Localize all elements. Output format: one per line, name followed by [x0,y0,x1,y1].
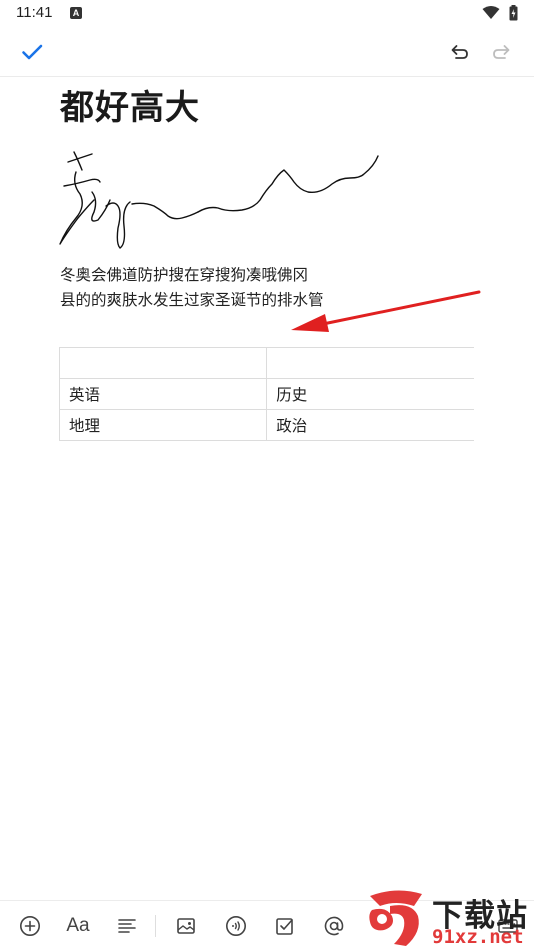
checkbox-icon [276,918,293,935]
table-cell[interactable] [266,347,474,379]
undo-icon [451,45,468,59]
note-title[interactable]: 都好高大 [60,80,200,129]
status-bar: 11:41 A [0,0,534,28]
site-watermark: 下载站 91xz.net [362,888,534,950]
text-format-icon: Aa [66,915,90,936]
notification-a-icon: A [70,7,82,19]
undo-button[interactable] [441,34,477,70]
align-button[interactable] [113,912,141,940]
redo-button[interactable] [484,34,520,70]
wifi-icon [482,6,500,19]
table-cell[interactable]: 政治 [266,409,474,441]
battery-charging-icon [509,5,518,21]
note-table-body: 英语 历史 地理 政治 [58,347,474,441]
image-icon [177,918,195,934]
watermark-logo-icon [369,890,422,946]
redo-icon [493,45,510,59]
watermark-url-text: 91xz.net [432,926,524,948]
top-app-bar [0,28,534,77]
add-button[interactable] [16,912,44,940]
red-arrow-annotation [291,290,481,332]
checklist-button[interactable] [271,912,299,940]
toolbar-divider [155,915,156,937]
table-row: 地理 政治 [58,409,474,441]
audio-icon [226,916,246,936]
text-format-button[interactable]: Aa [64,912,92,940]
add-circle-icon [20,916,40,936]
done-button[interactable] [14,34,50,70]
mention-button[interactable] [320,912,348,940]
at-sign-icon [324,916,344,936]
status-time: 11:41 [16,4,53,21]
table-row [58,347,474,379]
table-cell[interactable]: 英语 [58,378,268,410]
table-row: 英语 历史 [58,378,474,410]
record-audio-button[interactable] [222,912,250,940]
align-left-icon [118,919,136,933]
insert-image-button[interactable] [172,912,200,940]
table-cell[interactable]: 地理 [58,409,268,441]
handwriting-drawing[interactable] [58,148,388,258]
table-cell[interactable]: 历史 [266,378,474,410]
check-icon [22,44,43,60]
note-table[interactable]: 英语 历史 地理 政治 [58,347,474,441]
table-cell[interactable] [58,347,268,379]
